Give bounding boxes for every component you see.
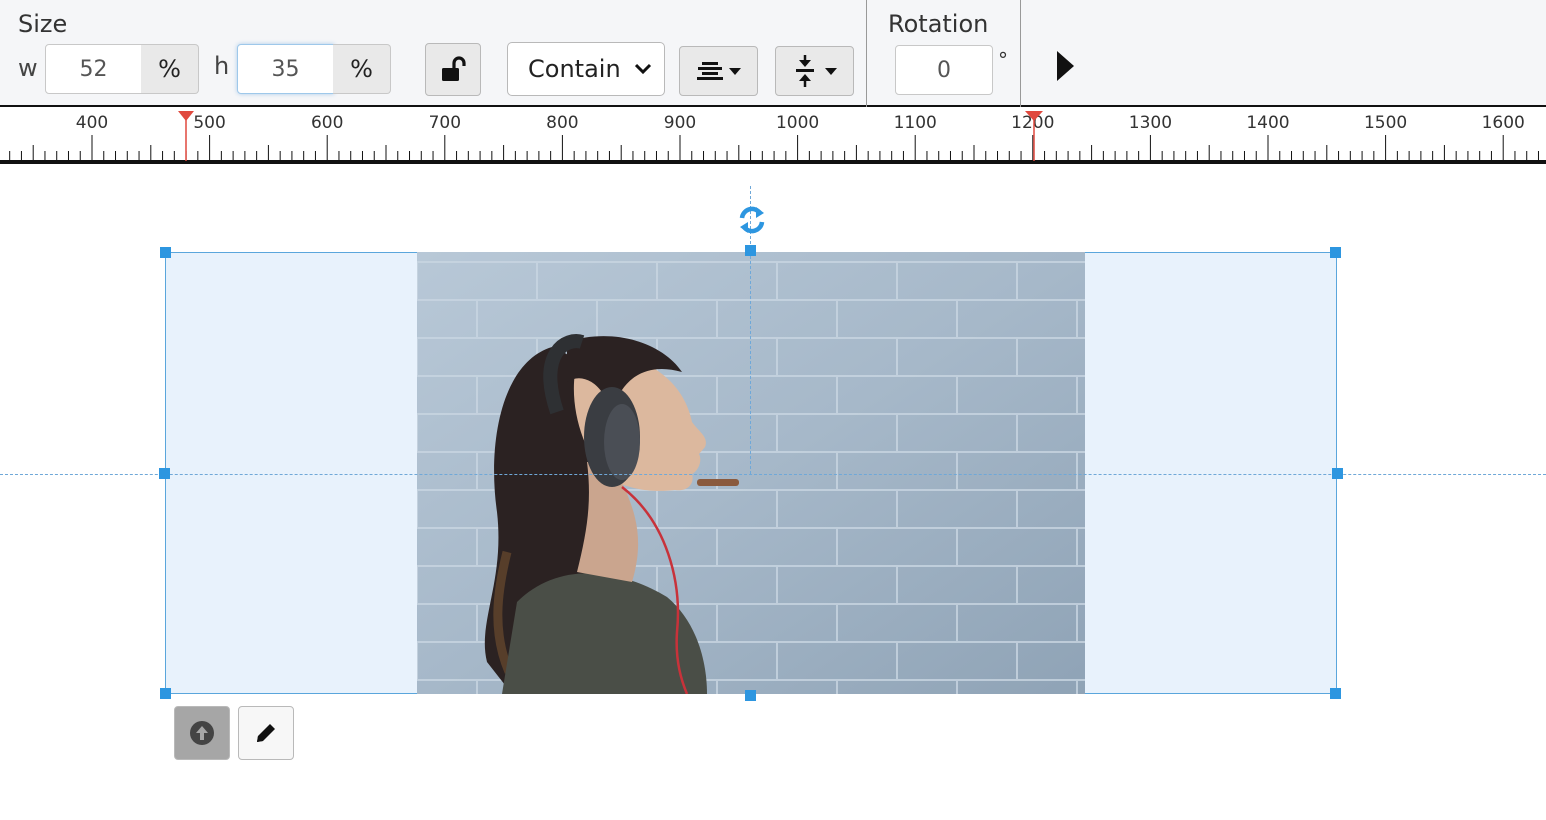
rotate-icon[interactable] — [737, 204, 767, 236]
width-input[interactable] — [45, 44, 142, 94]
toolbar: Size w % h % Contain — [0, 0, 1546, 107]
resize-handle-bottom-right[interactable] — [1330, 688, 1341, 699]
ruler-scale: 400 500 600 700 800 900 1000 1100 1200 1300 1400 15… — [9, 111, 1539, 161]
pencil-icon — [257, 724, 275, 742]
aspect-lock-button[interactable] — [425, 43, 481, 96]
ruler-tick-label: 600 — [311, 113, 343, 133]
size-label: Size — [18, 10, 68, 38]
vertical-align-button[interactable] — [775, 46, 854, 96]
rotation-label: Rotation — [888, 10, 989, 38]
ruler-marker-left-head[interactable] — [178, 111, 194, 121]
horizontal-align-button[interactable] — [679, 46, 758, 96]
height-input[interactable] — [237, 44, 334, 94]
height-unit-label: % — [350, 55, 373, 83]
resize-handle-top-left[interactable] — [160, 247, 171, 258]
resize-handle-right[interactable] — [1332, 468, 1343, 479]
ruler-tick-label: 1100 — [894, 113, 937, 133]
width-unit-button[interactable]: % — [141, 44, 199, 94]
horizontal-ruler[interactable]: 400 500 600 700 800 900 1000 1100 1200 1300 1400 15… — [0, 109, 1546, 164]
resize-handle-bottom[interactable] — [745, 690, 756, 701]
height-unit-button[interactable]: % — [333, 44, 391, 94]
degree-unit: ° — [998, 48, 1008, 72]
ruler-tick-label: 900 — [664, 113, 696, 133]
fit-mode-value: Contain — [528, 55, 621, 83]
fit-mode-select[interactable]: Contain — [507, 42, 665, 96]
editor-canvas[interactable] — [0, 164, 1546, 820]
edit-image-button[interactable] — [238, 706, 294, 760]
photo-woman-headphones[interactable] — [417, 252, 1085, 694]
upload-image-button[interactable] — [174, 706, 230, 760]
align-center-icon — [696, 62, 741, 80]
chevron-down-icon — [634, 63, 652, 75]
resize-handle-top-right[interactable] — [1330, 247, 1341, 258]
ruler-tick-label: 1600 — [1482, 113, 1525, 133]
unlock-icon — [442, 55, 466, 81]
ruler-tick-label: 800 — [546, 113, 578, 133]
rotation-input[interactable] — [895, 45, 993, 95]
ruler-tick-label: 700 — [429, 113, 461, 133]
toolbar-divider — [866, 0, 867, 107]
resize-handle-left[interactable] — [159, 468, 170, 479]
vertical-center-icon — [795, 55, 837, 87]
width-unit-label: % — [158, 55, 181, 83]
play-icon[interactable] — [1054, 49, 1078, 83]
toolbar-divider-2 — [1020, 0, 1021, 107]
ruler-tick-label: 1000 — [776, 113, 819, 133]
height-label: h — [214, 52, 230, 80]
ruler-tick-label: 400 — [76, 113, 108, 133]
resize-handle-bottom-left[interactable] — [160, 688, 171, 699]
ruler-tick-label: 500 — [193, 113, 225, 133]
ruler-tick-label: 1500 — [1364, 113, 1407, 133]
upload-icon — [190, 721, 214, 745]
horizontal-center-guide — [0, 474, 1546, 475]
photo-image — [417, 252, 1085, 694]
resize-handle-top[interactable] — [745, 245, 756, 256]
ruler-tick-label: 1300 — [1129, 113, 1172, 133]
width-label: w — [18, 54, 38, 82]
ruler-tick-label: 1400 — [1246, 113, 1289, 133]
